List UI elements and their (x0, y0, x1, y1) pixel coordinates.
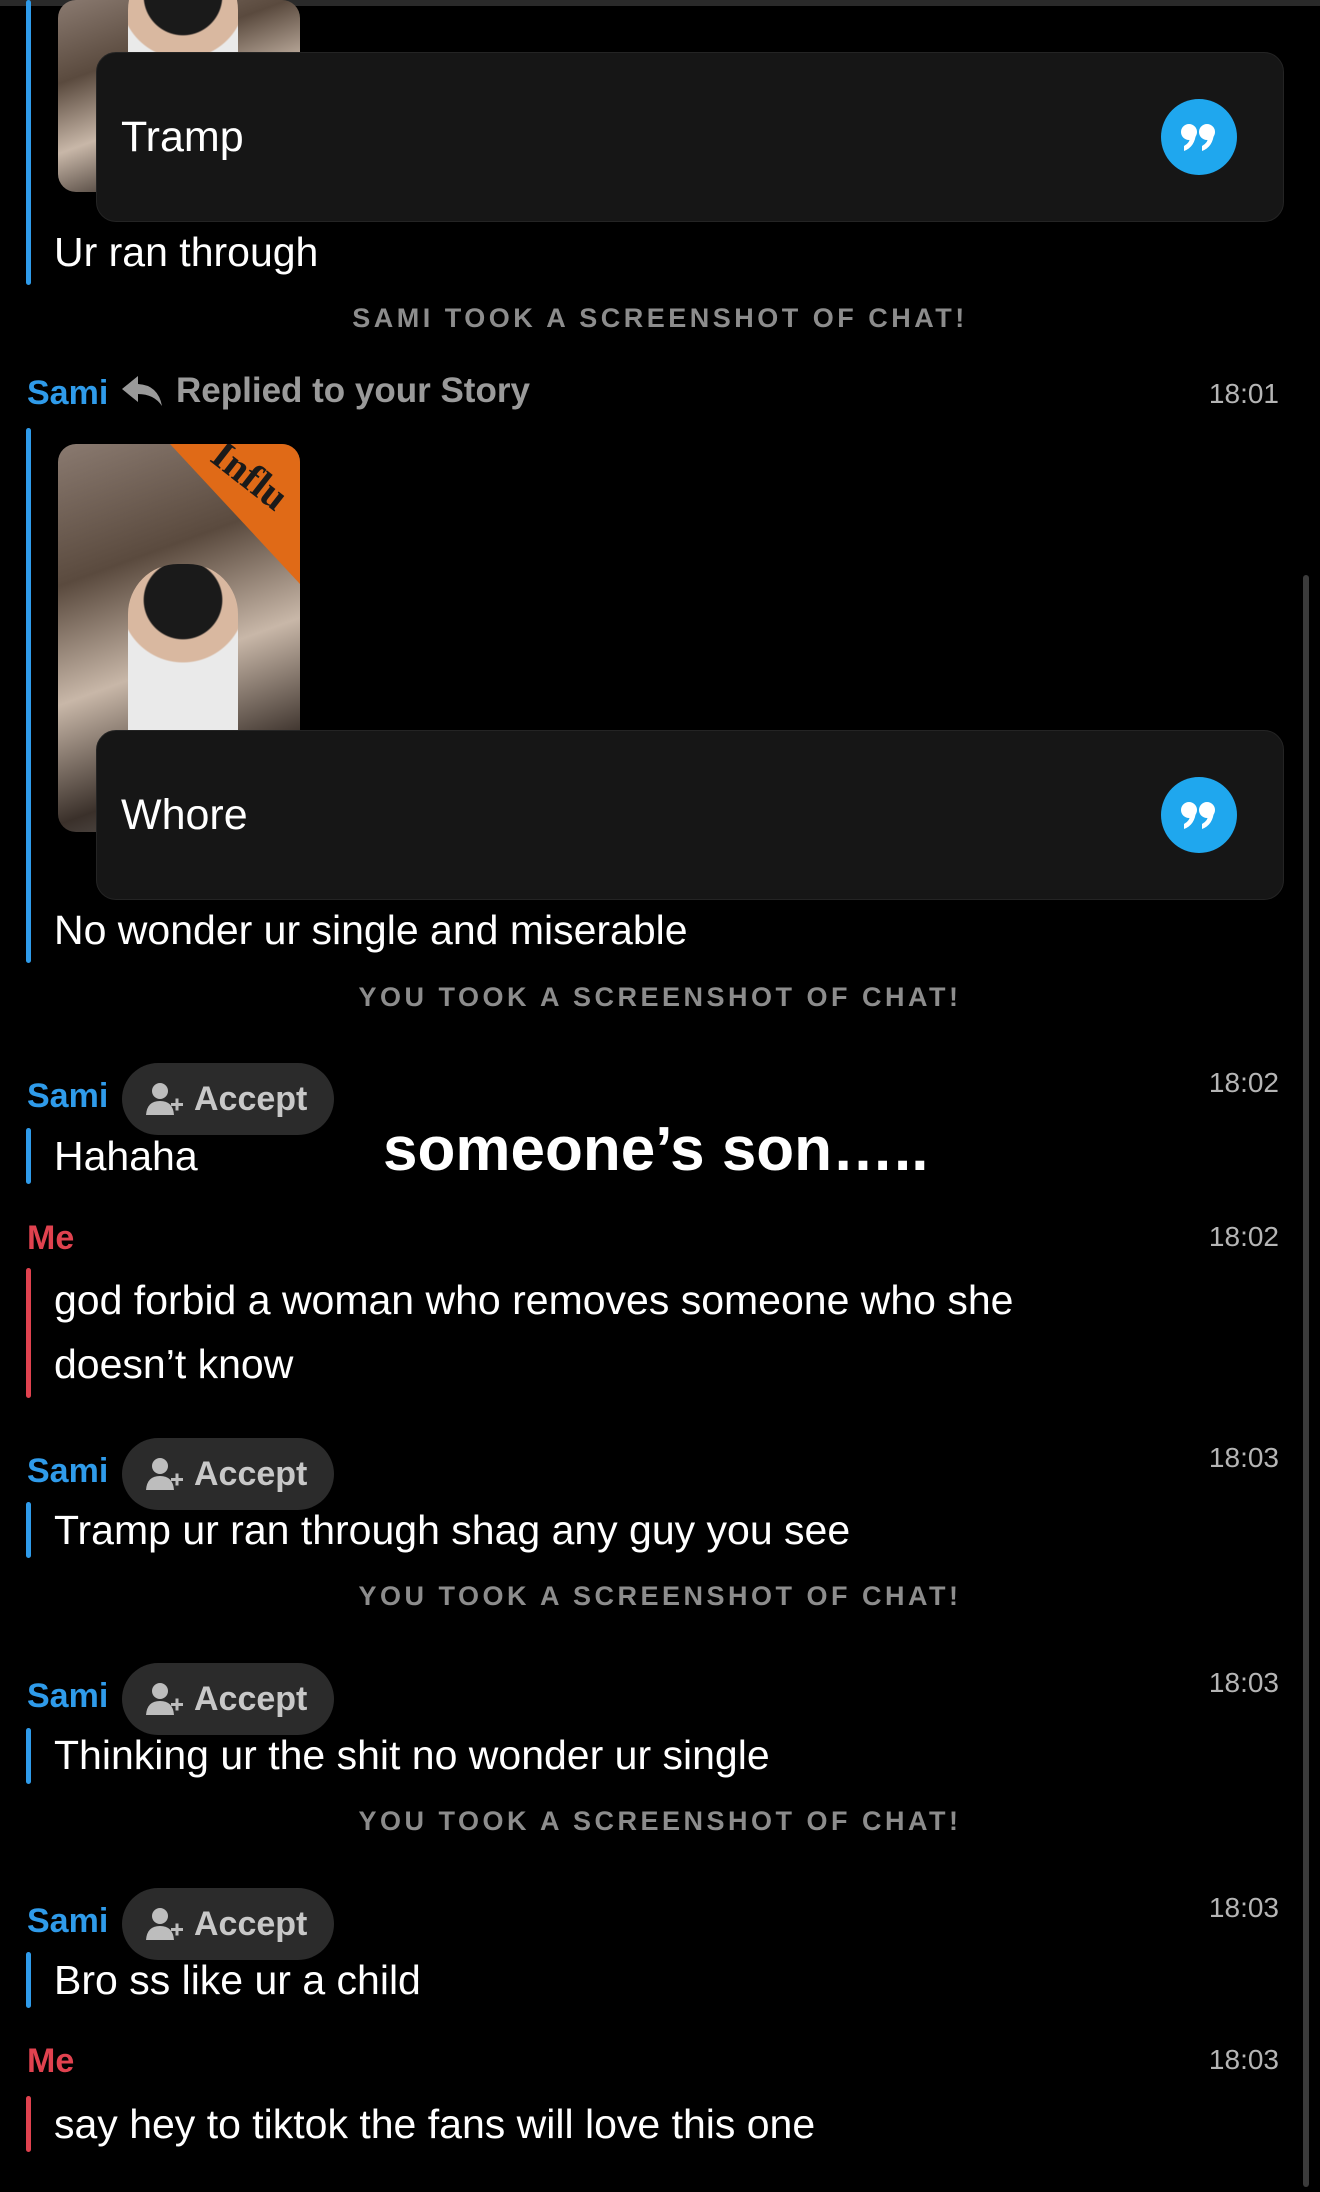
accept-label: Accept (194, 1454, 308, 1493)
quote-card[interactable]: Whore (96, 730, 1284, 900)
quote-text: Tramp (121, 113, 244, 161)
message-text: Hahaha (54, 1133, 198, 1179)
add-friend-icon (146, 1458, 183, 1490)
accept-label: Accept (194, 1679, 308, 1718)
message-text: Thinking ur the shit no wonder ur single (54, 1732, 770, 1778)
sender-name[interactable]: Me (27, 1218, 74, 1258)
message-bar (26, 0, 31, 285)
reply-arrow-icon (122, 376, 162, 406)
quote-button[interactable] (1161, 777, 1237, 853)
message-text: say hey to tiktok the fans will love thi… (54, 2101, 816, 2147)
quote-button[interactable] (1161, 99, 1237, 175)
message-text-line-2: doesn’t know (54, 1341, 294, 1387)
sender-name[interactable]: Sami (27, 1451, 108, 1491)
add-friend-icon (146, 1908, 183, 1940)
message-bar (26, 1502, 31, 1558)
sender-name[interactable]: Sami (27, 373, 108, 413)
message-text: No wonder ur single and miserable (54, 907, 688, 953)
message-time: 18:03 (1208, 1442, 1279, 1473)
accept-label: Accept (194, 1079, 308, 1118)
message-bar (26, 1268, 31, 1398)
screenshot-notice: SAMI TOOK A SCREENSHOT OF CHAT! (352, 303, 968, 333)
screenshot-notice: YOU TOOK A SCREENSHOT OF CHAT! (358, 982, 962, 1012)
message-bar (26, 1728, 31, 1784)
message-bar (26, 1952, 31, 2008)
add-friend-icon (146, 1683, 183, 1715)
sender-name[interactable]: Sami (27, 1076, 108, 1116)
quote-text: Whore (121, 791, 248, 839)
quote-card[interactable]: Tramp (96, 52, 1284, 222)
message-bar (26, 2096, 31, 2152)
message-time: 18:02 (1208, 1067, 1279, 1098)
scrollbar[interactable] (1303, 575, 1309, 2187)
message-time: 18:02 (1208, 1221, 1279, 1252)
message-text-line-1: god forbid a woman who removes someone w… (54, 1277, 1014, 1323)
message-bar (26, 428, 31, 963)
thumbnail-figure (128, 564, 238, 744)
message-text: Tramp ur ran through shag any guy you se… (54, 1507, 851, 1553)
accept-label: Accept (194, 1904, 308, 1943)
sender-name[interactable]: Me (27, 2041, 74, 2081)
reply-indicator: Replied to your Story (120, 371, 530, 411)
message-time: 18:03 (1208, 1892, 1279, 1923)
message-text: Bro ss like ur a child (54, 1957, 421, 2003)
sender-name[interactable]: Sami (27, 1676, 108, 1716)
message-time: 18:03 (1208, 2044, 1279, 2075)
message-text: Ur ran through (54, 229, 319, 275)
message-bar (26, 1128, 31, 1184)
overlay-caption: someone’s son….. (383, 1115, 929, 1184)
reply-label: Replied to your Story (176, 371, 530, 410)
message-time: 18:01 (1208, 378, 1279, 409)
add-friend-icon (146, 1083, 183, 1115)
screenshot-notice: YOU TOOK A SCREENSHOT OF CHAT! (358, 1806, 962, 1836)
sender-name[interactable]: Sami (27, 1901, 108, 1941)
message-time: 18:03 (1208, 1667, 1279, 1698)
quote-icon (1181, 802, 1215, 829)
screenshot-notice: YOU TOOK A SCREENSHOT OF CHAT! (358, 1581, 962, 1611)
quote-icon (1181, 124, 1215, 151)
